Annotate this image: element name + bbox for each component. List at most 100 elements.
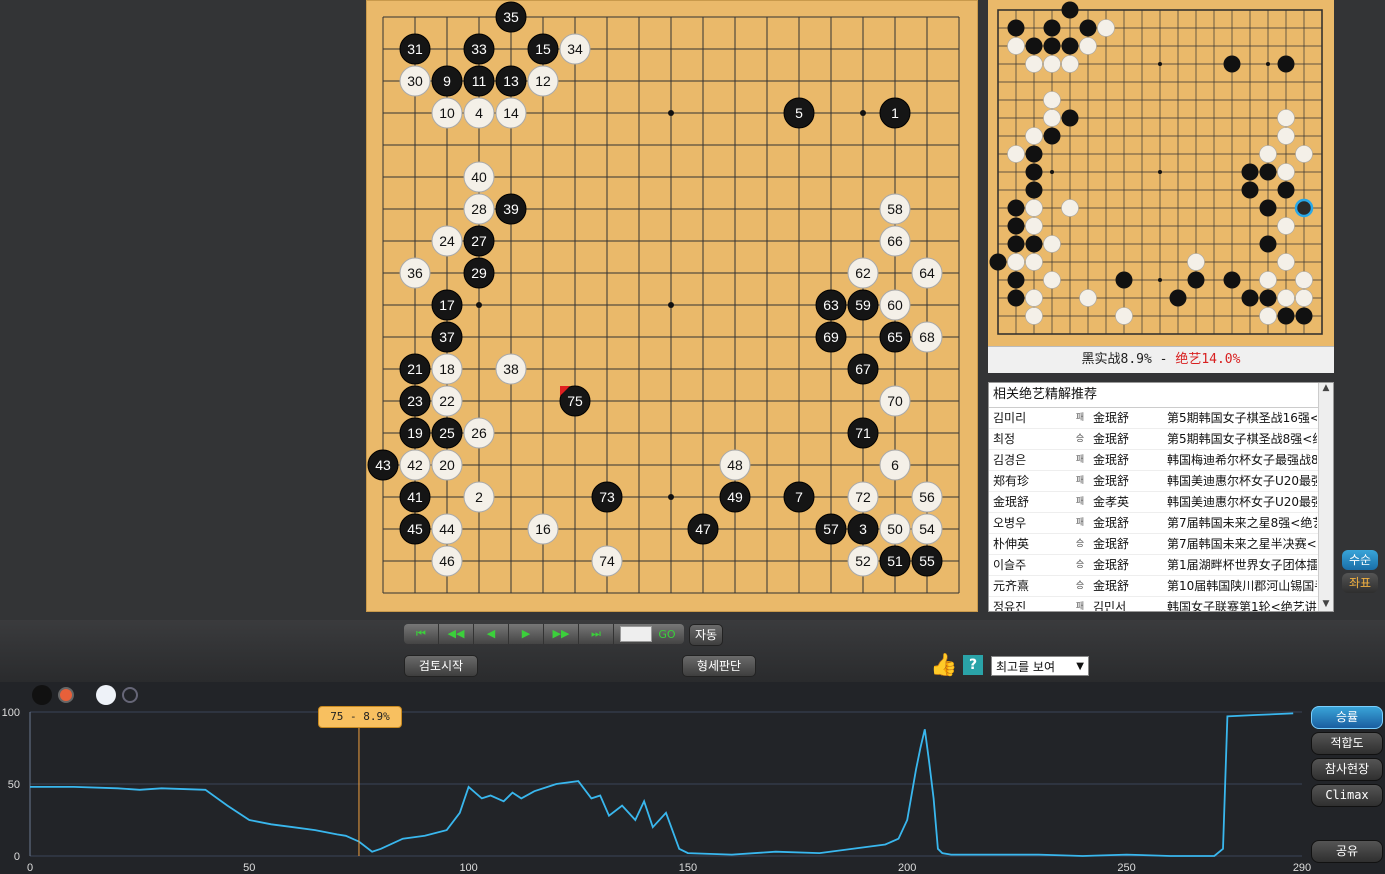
stone-9[interactable]: 9 <box>431 65 463 97</box>
stone-58[interactable]: 58 <box>879 193 911 225</box>
share-button[interactable]: 공유 <box>1311 840 1383 863</box>
stone-7[interactable]: 7 <box>783 481 815 513</box>
stone-42[interactable]: 42 <box>399 449 431 481</box>
stone-45[interactable]: 45 <box>399 513 431 545</box>
stone-49[interactable]: 49 <box>719 481 751 513</box>
stone-47[interactable]: 47 <box>687 513 719 545</box>
stone-15[interactable]: 15 <box>527 33 559 65</box>
recommend-list[interactable]: 김미리 패 金珉舒 第5期韩国女子棋圣战16强<绝 최정 승 金珉舒 第5期韩国女子棋圣战8强… <box>989 408 1333 611</box>
stone-41[interactable]: 41 <box>399 481 431 513</box>
stone-22[interactable]: 22 <box>431 385 463 417</box>
recommend-row[interactable]: 이슬주 승 金珉舒 第1届湖畔杯世界女子团体擂 <box>989 555 1333 576</box>
stone-35[interactable]: 35 <box>495 1 527 33</box>
recommend-row[interactable]: 元齐熹 승 金珉舒 第10届韩国陕川郡河山锡国手 <box>989 576 1333 597</box>
stone-24[interactable]: 24 <box>431 225 463 257</box>
back-button[interactable]: ◀ <box>474 624 509 644</box>
stone-65[interactable]: 65 <box>879 321 911 353</box>
stone-74[interactable]: 74 <box>591 545 623 577</box>
recommend-scrollbar[interactable]: ▲ ▼ <box>1318 383 1333 611</box>
stone-56[interactable]: 56 <box>911 481 943 513</box>
recommend-row[interactable]: 朴伸英 승 金珉舒 第7届韩国未来之星半决赛<绝 <box>989 534 1333 555</box>
stone-19[interactable]: 19 <box>399 417 431 449</box>
stone-52[interactable]: 52 <box>847 545 879 577</box>
first-move-button[interactable]: ⏮ <box>404 624 439 644</box>
winrate-button[interactable]: 승률 <box>1311 706 1383 729</box>
stone-66[interactable]: 66 <box>879 225 911 257</box>
display-select[interactable]: 최고를 보여 ▼ <box>991 656 1089 676</box>
stone-33[interactable]: 33 <box>463 33 495 65</box>
board-svg[interactable]: 1234 56791011 1213141516171819202122232425… <box>366 0 978 612</box>
recommend-row[interactable]: 金珉舒 패 金孝英 韩国美迪惠尔杯女子U20最强 <box>989 492 1333 513</box>
scroll-down-icon[interactable]: ▼ <box>1319 599 1333 609</box>
stone-70[interactable]: 70 <box>879 385 911 417</box>
stone-5[interactable]: 5 <box>783 97 815 129</box>
main-go-board[interactable]: 1 2 3 4 5 6 7 9 10 11 12 13 14 15 16 17 18 19 20 21 22 23 24 25… <box>366 0 978 612</box>
stone-25[interactable]: 25 <box>431 417 463 449</box>
stone-73[interactable]: 73 <box>591 481 623 513</box>
stone-51[interactable]: 51 <box>879 545 911 577</box>
stone-72[interactable]: 72 <box>847 481 879 513</box>
stone-57[interactable]: 57 <box>815 513 847 545</box>
thumbs-up-icon[interactable]: 👍 <box>930 653 957 678</box>
position-judge-button[interactable]: 형세판단 <box>682 655 756 677</box>
recommend-row[interactable]: 오병우 패 金珉舒 第7届韩国未来之星8强<绝艺 <box>989 513 1333 534</box>
stone-54[interactable]: 54 <box>911 513 943 545</box>
stone-50[interactable]: 50 <box>879 513 911 545</box>
stone-29[interactable]: 29 <box>463 257 495 289</box>
stone-38[interactable]: 38 <box>495 353 527 385</box>
back-10-button[interactable]: ◀◀ <box>439 624 474 644</box>
stone-59[interactable]: 59 <box>847 289 879 321</box>
stone-55[interactable]: 55 <box>911 545 943 577</box>
stone-20[interactable]: 20 <box>431 449 463 481</box>
last-move-button[interactable]: ⏭ <box>579 624 614 644</box>
forward-10-button[interactable]: ▶▶ <box>544 624 579 644</box>
auto-play-button[interactable]: 자동 <box>689 624 723 646</box>
stone-28[interactable]: 28 <box>463 193 495 225</box>
stone-43[interactable]: 43 <box>367 449 399 481</box>
recommend-row[interactable]: 최정 승 金珉舒 第5期韩国女子棋圣战8强<绝 <box>989 429 1333 450</box>
stone-14[interactable]: 14 <box>495 97 527 129</box>
disaster-button[interactable]: 참사현장 <box>1311 758 1383 781</box>
stone-64[interactable]: 64 <box>911 257 943 289</box>
review-start-button[interactable]: 검토시작 <box>404 655 478 677</box>
recommend-row[interactable]: 김경은 패 金珉舒 韩国梅迪希尔杯女子最强战8 <box>989 450 1333 471</box>
stone-46[interactable]: 46 <box>431 545 463 577</box>
stone-23[interactable]: 23 <box>399 385 431 417</box>
stone-3[interactable]: 3 <box>847 513 879 545</box>
stone-10[interactable]: 10 <box>431 97 463 129</box>
stone-31[interactable]: 31 <box>399 33 431 65</box>
stone-69[interactable]: 69 <box>815 321 847 353</box>
stone-44[interactable]: 44 <box>431 513 463 545</box>
stone-11[interactable]: 11 <box>463 65 495 97</box>
stone-60[interactable]: 60 <box>879 289 911 321</box>
scroll-up-icon[interactable]: ▲ <box>1319 383 1333 393</box>
go-button[interactable]: GO <box>652 628 682 641</box>
stone-13[interactable]: 13 <box>495 65 527 97</box>
stone-75[interactable]: 75 <box>559 385 591 417</box>
stone-68[interactable]: 68 <box>911 321 943 353</box>
stone-30[interactable]: 30 <box>399 65 431 97</box>
stone-67[interactable]: 67 <box>847 353 879 385</box>
stone-6[interactable]: 6 <box>879 449 911 481</box>
stone-27[interactable]: 27 <box>463 225 495 257</box>
recommend-row[interactable]: 정유진 패 김민서 韩国女子联赛第1轮<绝艺讲解 <box>989 597 1333 611</box>
stone-2[interactable]: 2 <box>463 481 495 513</box>
stone-39[interactable]: 39 <box>495 193 527 225</box>
stone-17[interactable]: 17 <box>431 289 463 321</box>
stone-12[interactable]: 12 <box>527 65 559 97</box>
stone-71[interactable]: 71 <box>847 417 879 449</box>
stone-36[interactable]: 36 <box>399 257 431 289</box>
stone-21[interactable]: 21 <box>399 353 431 385</box>
stone-1[interactable]: 1 <box>879 97 911 129</box>
fit-button[interactable]: 적합도 <box>1311 732 1383 755</box>
recommend-row[interactable]: 김미리 패 金珉舒 第5期韩国女子棋圣战16强<绝 <box>989 408 1333 429</box>
help-icon[interactable]: ? <box>963 655 983 675</box>
recommend-row[interactable]: 郑有珍 패 金珉舒 韩国美迪惠尔杯女子U20最强 <box>989 471 1333 492</box>
forward-button[interactable]: ▶ <box>509 624 544 644</box>
stone-62[interactable]: 62 <box>847 257 879 289</box>
move-number-input[interactable] <box>620 626 652 642</box>
stone-16[interactable]: 16 <box>527 513 559 545</box>
stone-40[interactable]: 40 <box>463 161 495 193</box>
stone-63[interactable]: 63 <box>815 289 847 321</box>
winrate-graph[interactable]: 0 50 100 0 50 100 150 200 250 290 <box>0 682 1385 874</box>
